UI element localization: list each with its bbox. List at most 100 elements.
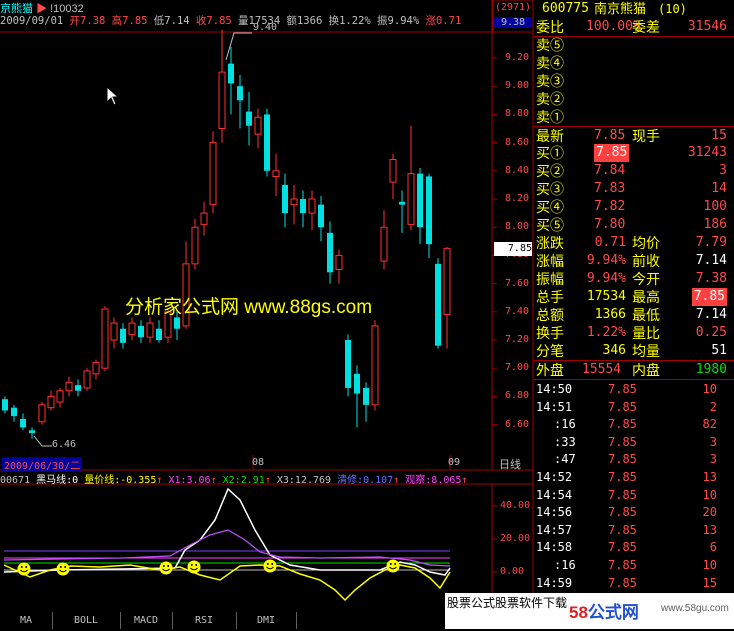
stat-label-2: 均量 — [632, 343, 660, 359]
tick-time: 14:50 — [536, 382, 573, 396]
tick-price: 7.85 — [608, 505, 637, 520]
candle-body — [209, 142, 217, 206]
candle-body — [443, 247, 451, 316]
ratio-label: 委比 — [536, 19, 564, 35]
tick-row: 14:54 7.85 10 — [534, 486, 734, 504]
banner-text[interactable]: 股票公式股票软件下载 — [447, 594, 567, 611]
bid-label: 买① — [536, 145, 564, 161]
high-marker: 9.40 — [253, 22, 278, 33]
bid-volume: 100 — [703, 199, 727, 214]
ad-banner[interactable]: 股票公式股票软件下载 58公式网 www.58gu.com — [445, 593, 734, 629]
stat-label: 涨幅 — [536, 253, 564, 269]
ask-row: 卖⑤ — [534, 36, 734, 54]
tick-volume: 82 — [702, 417, 717, 432]
tick-volume: 3 — [709, 434, 717, 449]
amplitude-label: 振 — [377, 15, 388, 27]
stat-label: 换手 — [536, 325, 564, 341]
ask-row: 卖④ — [534, 54, 734, 72]
candle-body — [435, 263, 441, 346]
bid-label: 买③ — [536, 181, 564, 197]
stock-suffix: (10) — [658, 2, 687, 16]
tick-volume: 10 — [702, 558, 717, 572]
tick-volume: 13 — [702, 470, 717, 484]
candle-body — [218, 71, 226, 129]
inner-label: 内盘 — [632, 362, 660, 378]
stat-value-2: 7.79 — [695, 235, 727, 250]
bid-label: 买④ — [536, 199, 564, 215]
ask-label: 卖③ — [536, 73, 564, 89]
period-label[interactable]: 日线 — [499, 456, 521, 472]
tick-time: :16 — [554, 417, 576, 432]
price-tick-label: 9.00 — [505, 80, 530, 92]
tick-volume: 2 — [709, 399, 717, 414]
indicator-header: 00671 黑马线:0 量价线:-0.355↑ X1:3.06↑ X2:2.91… — [0, 475, 468, 486]
quote-title-row: 600775 南京熊猫 (10) — [534, 0, 734, 18]
tick-volume: 10 — [702, 382, 717, 396]
close-label: 收 — [195, 15, 207, 27]
candle-body — [426, 176, 432, 245]
tick-time: 14:59 — [536, 575, 573, 590]
candle-body — [345, 340, 351, 388]
tick-volume: 3 — [709, 452, 717, 467]
stat-row: 总额 1366 最低 7.14 — [534, 306, 734, 324]
candle-body — [318, 204, 324, 228]
candle-body — [20, 418, 26, 428]
tab-ma[interactable]: MA — [0, 612, 53, 629]
stat-label: 涨跌 — [536, 235, 564, 251]
indicator-lines — [3, 487, 497, 602]
candle-body — [290, 198, 298, 206]
candle-body — [83, 370, 91, 389]
low-value: 7.14 — [164, 15, 190, 27]
candle-body — [246, 111, 252, 126]
candle-body — [146, 322, 154, 338]
price-tick-label: 6.80 — [505, 390, 530, 402]
tick-time: 14:57 — [536, 522, 573, 537]
tick-time: 14:56 — [536, 505, 573, 520]
high-label: 高 — [111, 15, 123, 27]
indicator-name[interactable]: 黑马线:0 — [36, 475, 78, 486]
ask-label: 卖④ — [536, 55, 564, 71]
stat-row: 振幅 9.94% 今开 7.38 — [534, 270, 734, 288]
tab-boll[interactable]: BOLL — [52, 612, 121, 629]
bid-label: 买② — [536, 163, 564, 179]
price-tick-label: 8.20 — [505, 193, 530, 204]
indicator-tick-label: 20.00 — [500, 533, 531, 544]
tick-price: 7.85 — [608, 558, 637, 572]
amount-label: 额 — [286, 15, 297, 27]
banner-url[interactable]: www.58gu.com — [661, 603, 729, 614]
tab-dmi[interactable]: DMI — [236, 612, 297, 629]
logo-number: 58 — [569, 603, 588, 622]
smiley-icon — [263, 559, 277, 573]
candle-body — [380, 226, 388, 262]
tick-row: 14:52 7.85 13 — [534, 468, 734, 486]
turnover-value: 1.22% — [339, 15, 371, 27]
bid-volume: 3 — [719, 163, 727, 178]
candle-body — [363, 387, 369, 405]
tick-price: 7.85 — [608, 417, 637, 432]
bid-label: 买⑤ — [536, 217, 564, 233]
candle-body — [75, 385, 81, 391]
stat-row: 涨跌 0.71 均价 7.79 — [534, 234, 734, 252]
stat-label: 总手 — [536, 289, 564, 305]
tick-price: 7.85 — [608, 399, 637, 414]
header-date: 2009/09/01 — [0, 15, 64, 27]
stat-value-2: 7.14 — [695, 253, 727, 268]
stat-value: 0.71 — [594, 235, 626, 250]
price-tick-label: 8.80 — [505, 108, 530, 120]
close-value: 7.85 — [206, 15, 232, 27]
current-price-marker: 7.85 — [494, 242, 532, 256]
tick-time: 14:58 — [536, 540, 573, 555]
ask-label: 卖① — [536, 109, 564, 125]
stat-value: 17534 — [586, 289, 626, 304]
candle-body — [354, 373, 360, 394]
tab-macd[interactable]: MACD — [120, 612, 173, 629]
smiley-icon — [159, 561, 173, 575]
candle-body — [264, 114, 270, 171]
tab-rsi[interactable]: RSI — [172, 612, 237, 629]
candle-body — [11, 407, 17, 417]
tick-time: :47 — [554, 452, 576, 467]
bid-price: 7.85 — [594, 144, 630, 162]
price-tick-label: 7.40 — [505, 305, 530, 317]
amplitude-value: 9.94% — [387, 15, 420, 27]
tick-price: 7.85 — [608, 452, 637, 467]
